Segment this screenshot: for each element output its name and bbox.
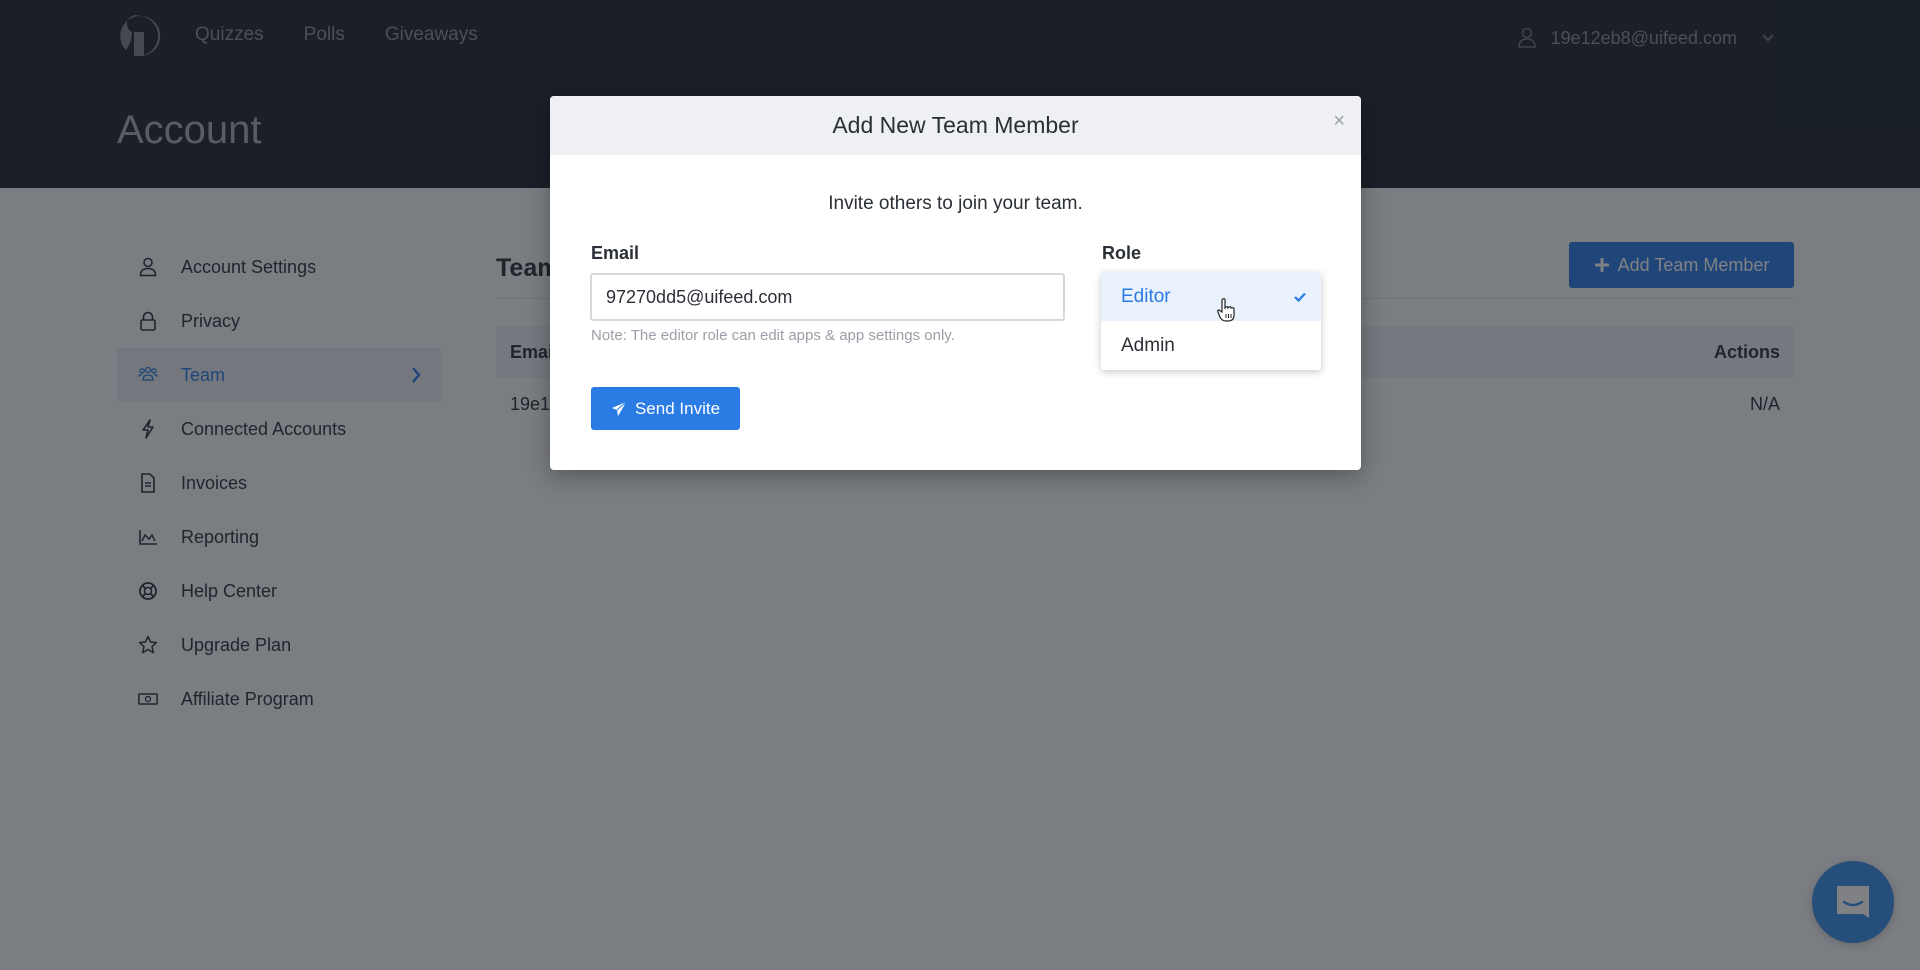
role-option-label: Editor [1121, 285, 1171, 307]
modal-title: Add New Team Member [832, 112, 1079, 138]
paper-plane-icon [611, 401, 627, 416]
role-note: Note: The editor role can edit apps & ap… [591, 327, 955, 344]
add-team-member-modal: Add New Team Member × Invite others to j… [550, 96, 1361, 470]
role-label: Role [1102, 243, 1142, 263]
check-icon [1294, 292, 1306, 302]
modal-subtitle: Invite others to join your team. [828, 193, 1083, 214]
role-option-editor[interactable]: Editor [1101, 272, 1321, 321]
send-invite-button[interactable]: Send Invite [591, 387, 740, 430]
role-option-label: Admin [1121, 334, 1175, 356]
send-invite-label: Send Invite [634, 398, 721, 418]
role-dropdown[interactable]: Editor Admin [1101, 272, 1321, 370]
email-field[interactable] [590, 273, 1065, 321]
email-label: Email [591, 243, 640, 263]
close-icon[interactable]: × [1333, 110, 1345, 133]
role-option-admin[interactable]: Admin [1101, 321, 1321, 370]
modal-header: Add New Team Member × [550, 96, 1361, 155]
hand-cursor-icon [1217, 298, 1235, 322]
